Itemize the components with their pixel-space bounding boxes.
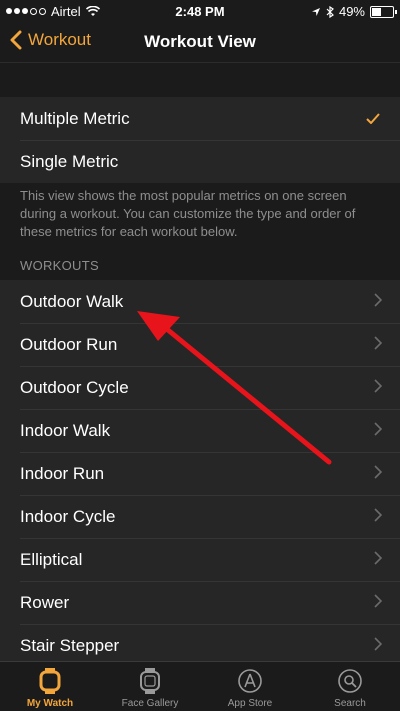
workout-label: Outdoor Run [20,334,118,354]
tab-search[interactable]: Search [300,662,400,711]
bluetooth-icon [326,5,334,18]
checkmark-icon [366,108,380,129]
chevron-right-icon [374,465,382,479]
workout-label: Indoor Cycle [20,506,116,526]
option-multiple-metric[interactable]: Multiple Metric [0,97,400,140]
page-title: Workout View [144,32,256,51]
tab-label: My Watch [26,698,74,709]
workout-outdoor-run[interactable]: Outdoor Run [0,323,400,366]
workout-label: Stair Stepper [20,635,120,655]
workout-label: Indoor Walk [20,420,111,440]
chevron-right-icon [374,551,382,565]
view-options-list: Multiple Metric Single Metric [0,97,400,183]
workout-elliptical[interactable]: Elliptical [0,538,400,581]
chevron-right-icon [374,637,382,651]
workouts-list: Outdoor Walk Outdoor Run Outdoor Cycle I… [0,280,400,667]
navigation-bar: Workout Workout View [0,22,400,63]
workout-outdoor-walk[interactable]: Outdoor Walk [0,280,400,323]
status-right: 49% [311,4,397,19]
workout-label: Outdoor Walk [20,291,124,311]
tab-face-gallery[interactable]: Face Gallery [100,662,200,711]
watch-icon [39,668,61,694]
view-description: This view shows the most popular metrics… [20,188,356,239]
app-store-icon [238,669,262,693]
workout-label: Outdoor Cycle [20,377,129,397]
workout-label: Elliptical [20,549,83,569]
workout-indoor-walk[interactable]: Indoor Walk [0,409,400,452]
face-gallery-icon [140,668,160,694]
battery-percentage: 49% [338,4,365,19]
workouts-section-header: WORKOUTS [20,258,99,273]
status-bar: Airtel 2:48 PM 49% [0,0,400,22]
option-label: Single Metric [20,151,119,171]
search-icon [338,669,362,693]
chevron-right-icon [374,422,382,436]
workout-label: Indoor Run [20,463,105,483]
workout-label: Rower [20,592,70,612]
battery-level [372,7,382,16]
chevron-right-icon [374,594,382,608]
location-icon [311,7,320,16]
tab-label: Face Gallery [121,698,179,709]
chevron-right-icon [374,508,382,522]
workout-outdoor-cycle[interactable]: Outdoor Cycle [0,366,400,409]
tab-bar: My Watch Face Gallery App Store Search [0,661,400,711]
tab-label: Search [334,698,366,709]
workout-rower[interactable]: Rower [0,581,400,624]
chevron-right-icon [374,336,382,350]
chevron-right-icon [374,293,382,307]
workout-indoor-run[interactable]: Indoor Run [0,452,400,495]
tab-app-store[interactable]: App Store [200,662,300,711]
option-single-metric[interactable]: Single Metric [0,140,400,183]
battery-icon [370,5,397,18]
tab-my-watch[interactable]: My Watch [0,662,100,711]
workout-indoor-cycle[interactable]: Indoor Cycle [0,495,400,538]
chevron-right-icon [374,379,382,393]
option-label: Multiple Metric [20,108,130,128]
tab-label: App Store [227,698,273,709]
